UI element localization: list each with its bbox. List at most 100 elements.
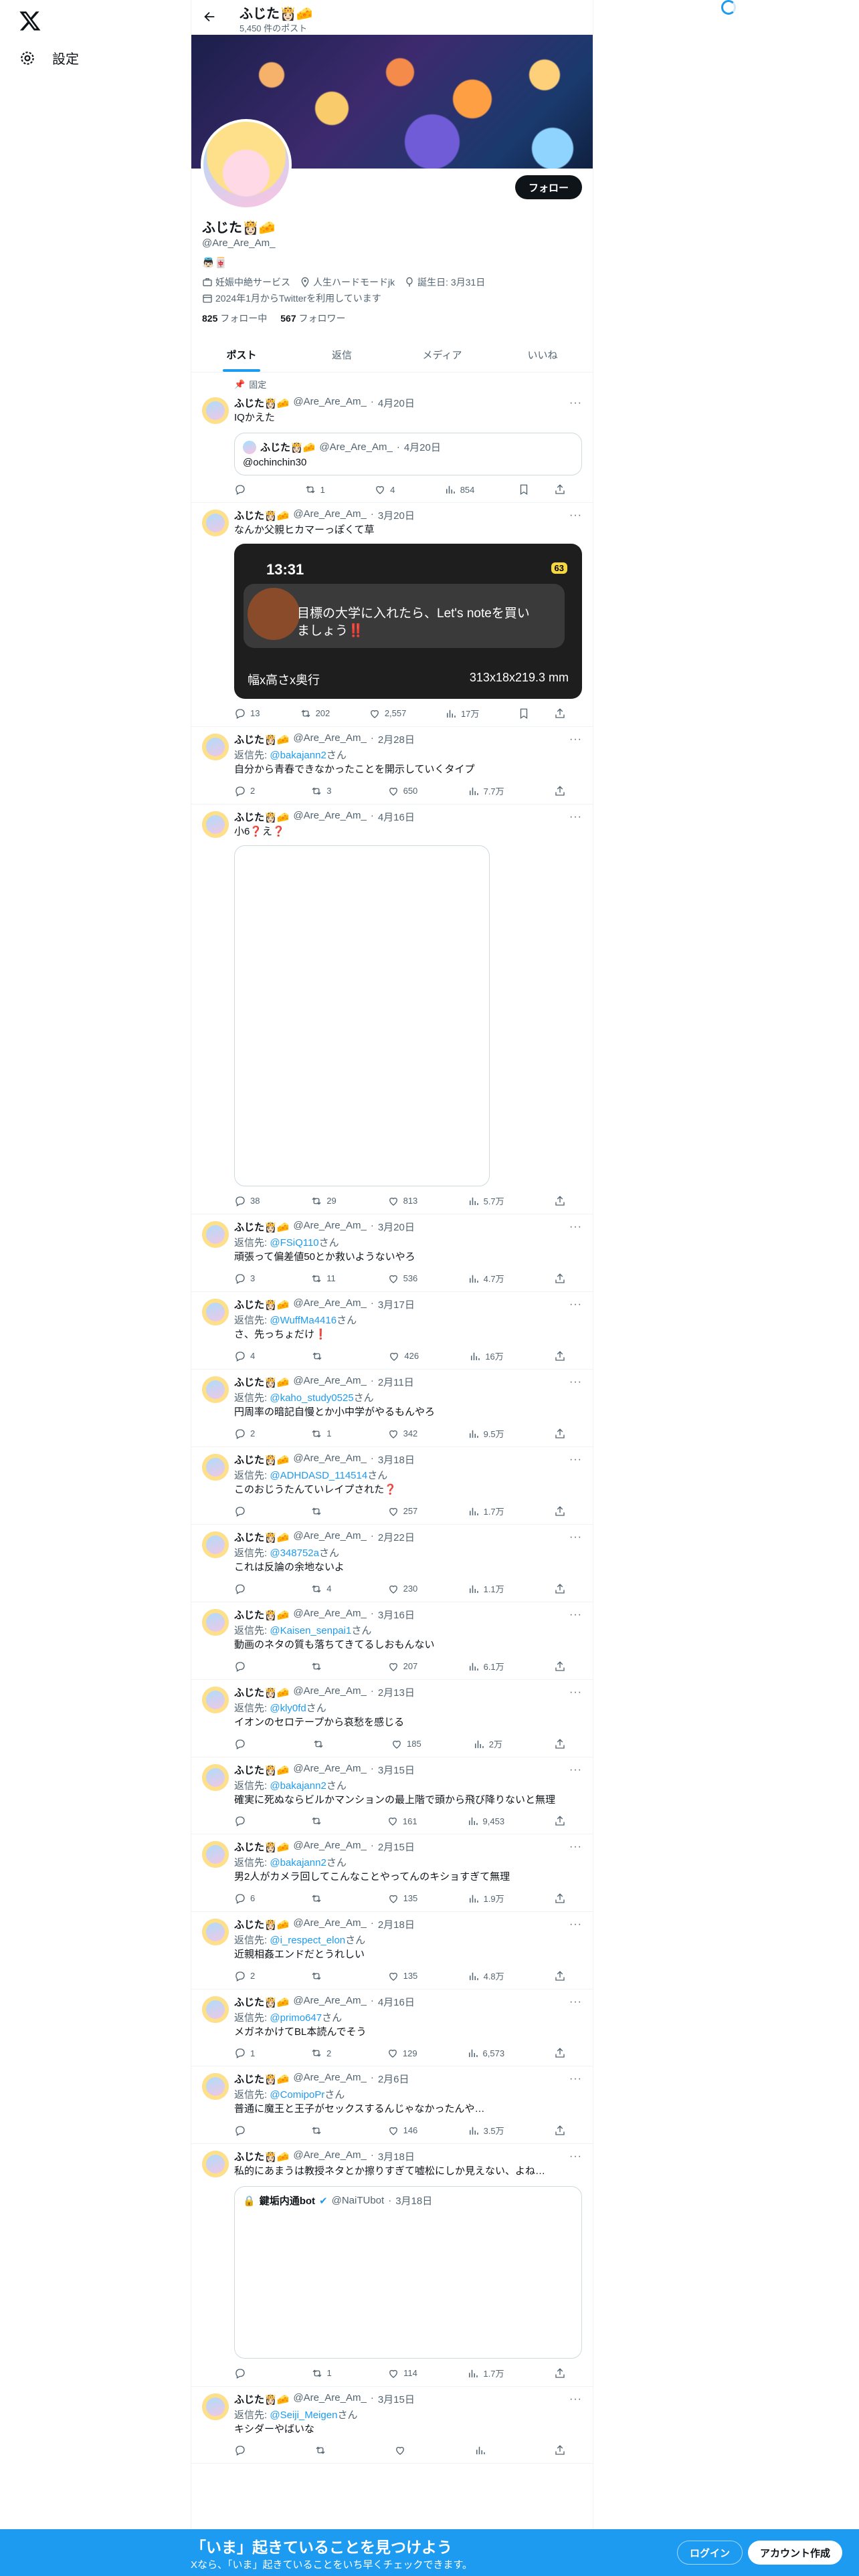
tweet[interactable]: ··· ふじた👸🏻🧀 @Are_Are_Am_ · 2月28日 返信先: @bakajan… xyxy=(191,727,593,804)
like-button[interactable]: 650 xyxy=(387,784,417,797)
login-button[interactable]: ログイン xyxy=(677,2541,743,2565)
signup-button[interactable]: アカウント作成 xyxy=(748,2541,843,2565)
tweet-avatar[interactable] xyxy=(202,1609,229,1636)
reply-button[interactable] xyxy=(234,1505,261,1517)
tweet-author-handle[interactable]: @Are_Are_Am_ xyxy=(293,810,366,824)
tweet-author-name[interactable]: ふじた👸🏻🧀 xyxy=(234,732,289,746)
more-options-icon[interactable]: ··· xyxy=(569,1376,582,1388)
tweet-author-handle[interactable]: @Are_Are_Am_ xyxy=(293,732,366,746)
tweet-date[interactable]: 4月20日 xyxy=(378,396,415,410)
reply-to-user[interactable]: @i_respect_elon xyxy=(270,1935,345,1946)
share-button[interactable] xyxy=(554,1194,581,1207)
tweet[interactable]: ··· ふじた👸🏻🧀 @Are_Are_Am_ · 2月22日 返信先: @348752a… xyxy=(191,1525,593,1602)
more-options-icon[interactable]: ··· xyxy=(569,1609,582,1621)
followers-link[interactable]: 567 フォロワー xyxy=(280,312,345,325)
tweet-author-name[interactable]: ふじた👸🏻🧀 xyxy=(234,396,289,410)
reply-button[interactable] xyxy=(234,1582,261,1595)
reply-to-user[interactable]: @kly0fd xyxy=(270,1703,306,1714)
tweet-avatar[interactable] xyxy=(202,1299,229,1325)
tweet-author-name[interactable]: ふじた👸🏻🧀 xyxy=(234,2072,289,2086)
more-options-icon[interactable]: ··· xyxy=(569,1299,582,1311)
views-button[interactable]: 1.7万 xyxy=(467,2367,504,2379)
more-options-icon[interactable]: ··· xyxy=(569,2393,582,2405)
tweet-author-handle[interactable]: @Are_Are_Am_ xyxy=(293,2072,366,2086)
tweet-author-name[interactable]: ふじた👸🏻🧀 xyxy=(234,1220,289,1234)
tweet-image[interactable]: 13:31 63 目標の大学に入れたら、Let's noteを買いましょう‼️ 幅x高… xyxy=(234,544,582,699)
views-button[interactable]: 1.1万 xyxy=(468,1582,504,1595)
like-button[interactable]: 4 xyxy=(374,484,401,496)
share-button[interactable] xyxy=(554,1582,581,1595)
reply-to-user[interactable]: @bakajann2 xyxy=(270,1857,326,1868)
views-button[interactable]: 3.5万 xyxy=(468,2124,504,2137)
tweet-date[interactable]: 2月18日 xyxy=(378,1917,415,1931)
tweet-avatar[interactable] xyxy=(202,1531,229,1558)
reply-to-user[interactable]: @bakajann2 xyxy=(270,750,326,761)
tweet-date[interactable]: 3月20日 xyxy=(378,508,415,522)
reply-button[interactable] xyxy=(234,1737,261,1750)
share-button[interactable] xyxy=(554,1737,581,1750)
more-options-icon[interactable]: ··· xyxy=(569,1687,582,1699)
tweet-avatar[interactable] xyxy=(202,1919,229,1945)
more-options-icon[interactable]: ··· xyxy=(569,811,582,823)
tweet-avatar[interactable] xyxy=(202,1454,229,1481)
tweet-author-handle[interactable]: @Are_Are_Am_ xyxy=(293,1608,366,1622)
tweet-date[interactable]: 2月6日 xyxy=(378,2072,409,2086)
x-logo-icon[interactable] xyxy=(19,9,41,32)
tweet-author-handle[interactable]: @Are_Are_Am_ xyxy=(293,2149,366,2163)
retweet-button[interactable]: 11 xyxy=(310,1272,337,1285)
tweet-date[interactable]: 2月15日 xyxy=(378,1840,415,1854)
tweet-author-handle[interactable]: @Are_Are_Am_ xyxy=(293,1995,366,2009)
share-button[interactable] xyxy=(554,2367,581,2379)
views-button[interactable]: 7.7万 xyxy=(468,784,504,797)
retweet-button[interactable]: 202 xyxy=(300,707,330,720)
reply-button[interactable] xyxy=(234,2124,261,2137)
tweet-author-name[interactable]: ふじた👸🏻🧀 xyxy=(234,1608,289,1622)
tweet[interactable]: ··· ふじた👸🏻🧀 @Are_Are_Am_ · 3月17日 返信先: @WuffMa4… xyxy=(191,1292,593,1370)
share-button[interactable] xyxy=(554,1815,581,1827)
share-button[interactable] xyxy=(554,2047,581,2059)
tweet-avatar[interactable] xyxy=(202,510,229,536)
tweet-author-name[interactable]: ふじた👸🏻🧀 xyxy=(234,2149,289,2163)
share-button[interactable] xyxy=(554,1892,581,1905)
tab-likes[interactable]: いいね xyxy=(492,337,593,372)
tweet-author-name[interactable]: ふじた👸🏻🧀 xyxy=(234,810,289,824)
reply-to-user[interactable]: @Seiji_Meigen xyxy=(270,2409,337,2421)
reply-button[interactable]: 3 xyxy=(234,1272,261,1285)
tweet-author-name[interactable]: ふじた👸🏻🧀 xyxy=(234,1297,289,1311)
reply-button[interactable] xyxy=(234,1660,261,1673)
tweet-author-handle[interactable]: @Are_Are_Am_ xyxy=(293,1840,366,1854)
tweet-date[interactable]: 2月22日 xyxy=(378,1530,415,1544)
bookmark-button[interactable] xyxy=(518,707,545,720)
tweet-author-handle[interactable]: @Are_Are_Am_ xyxy=(293,1763,366,1777)
tweet-date[interactable]: 3月15日 xyxy=(378,1763,415,1777)
tweet[interactable]: ··· ふじた👸🏻🧀 @Are_Are_Am_ · 2月18日 返信先: @i_respe… xyxy=(191,1912,593,1990)
back-arrow-icon[interactable] xyxy=(202,9,217,24)
more-options-icon[interactable]: ··· xyxy=(569,1841,582,1853)
tweet[interactable]: ··· ふじた👸🏻🧀 @Are_Are_Am_ · 3月16日 返信先: @Kaisen_… xyxy=(191,1602,593,1680)
tweet-author-name[interactable]: ふじた👸🏻🧀 xyxy=(234,1375,289,1389)
retweet-button[interactable] xyxy=(310,1815,337,1827)
share-button[interactable] xyxy=(554,1660,581,1673)
tweet-image[interactable] xyxy=(234,845,490,1186)
reply-to-user[interactable]: @FSiQ110 xyxy=(270,1237,318,1249)
retweet-button[interactable]: 29 xyxy=(310,1194,337,1207)
reply-button[interactable]: 2 xyxy=(234,1969,261,1982)
tweet[interactable]: ··· ふじた👸🏻🧀 @Are_Are_Am_ · 2月13日 返信先: @kly0fdさ… xyxy=(191,1680,593,1757)
like-button[interactable]: 114 xyxy=(387,2367,417,2379)
tweet-author-handle[interactable]: @Are_Are_Am_ xyxy=(293,1530,366,1544)
share-button[interactable] xyxy=(554,1427,581,1440)
retweet-button[interactable] xyxy=(311,1350,338,1362)
share-button[interactable] xyxy=(554,2124,581,2137)
tweet-author-handle[interactable]: @Are_Are_Am_ xyxy=(293,1453,366,1467)
tweet-avatar[interactable] xyxy=(202,2151,229,2177)
reply-to-user[interactable]: @348752a xyxy=(270,1547,319,1559)
tweet-date[interactable]: 2月11日 xyxy=(378,1375,414,1389)
tweet-avatar[interactable] xyxy=(202,1221,229,1248)
tweet-author-name[interactable]: ふじた👸🏻🧀 xyxy=(234,1453,289,1467)
reply-button[interactable]: 6 xyxy=(234,1892,261,1905)
tweet[interactable]: ··· ふじた👸🏻🧀 @Are_Are_Am_ · 3月15日 返信先: @Seiji_M… xyxy=(191,2387,593,2464)
views-button[interactable]: 1.7万 xyxy=(468,1505,504,1517)
retweet-button[interactable]: 1 xyxy=(311,2367,338,2379)
more-options-icon[interactable]: ··· xyxy=(569,1764,582,1776)
reply-button[interactable] xyxy=(234,2444,261,2456)
